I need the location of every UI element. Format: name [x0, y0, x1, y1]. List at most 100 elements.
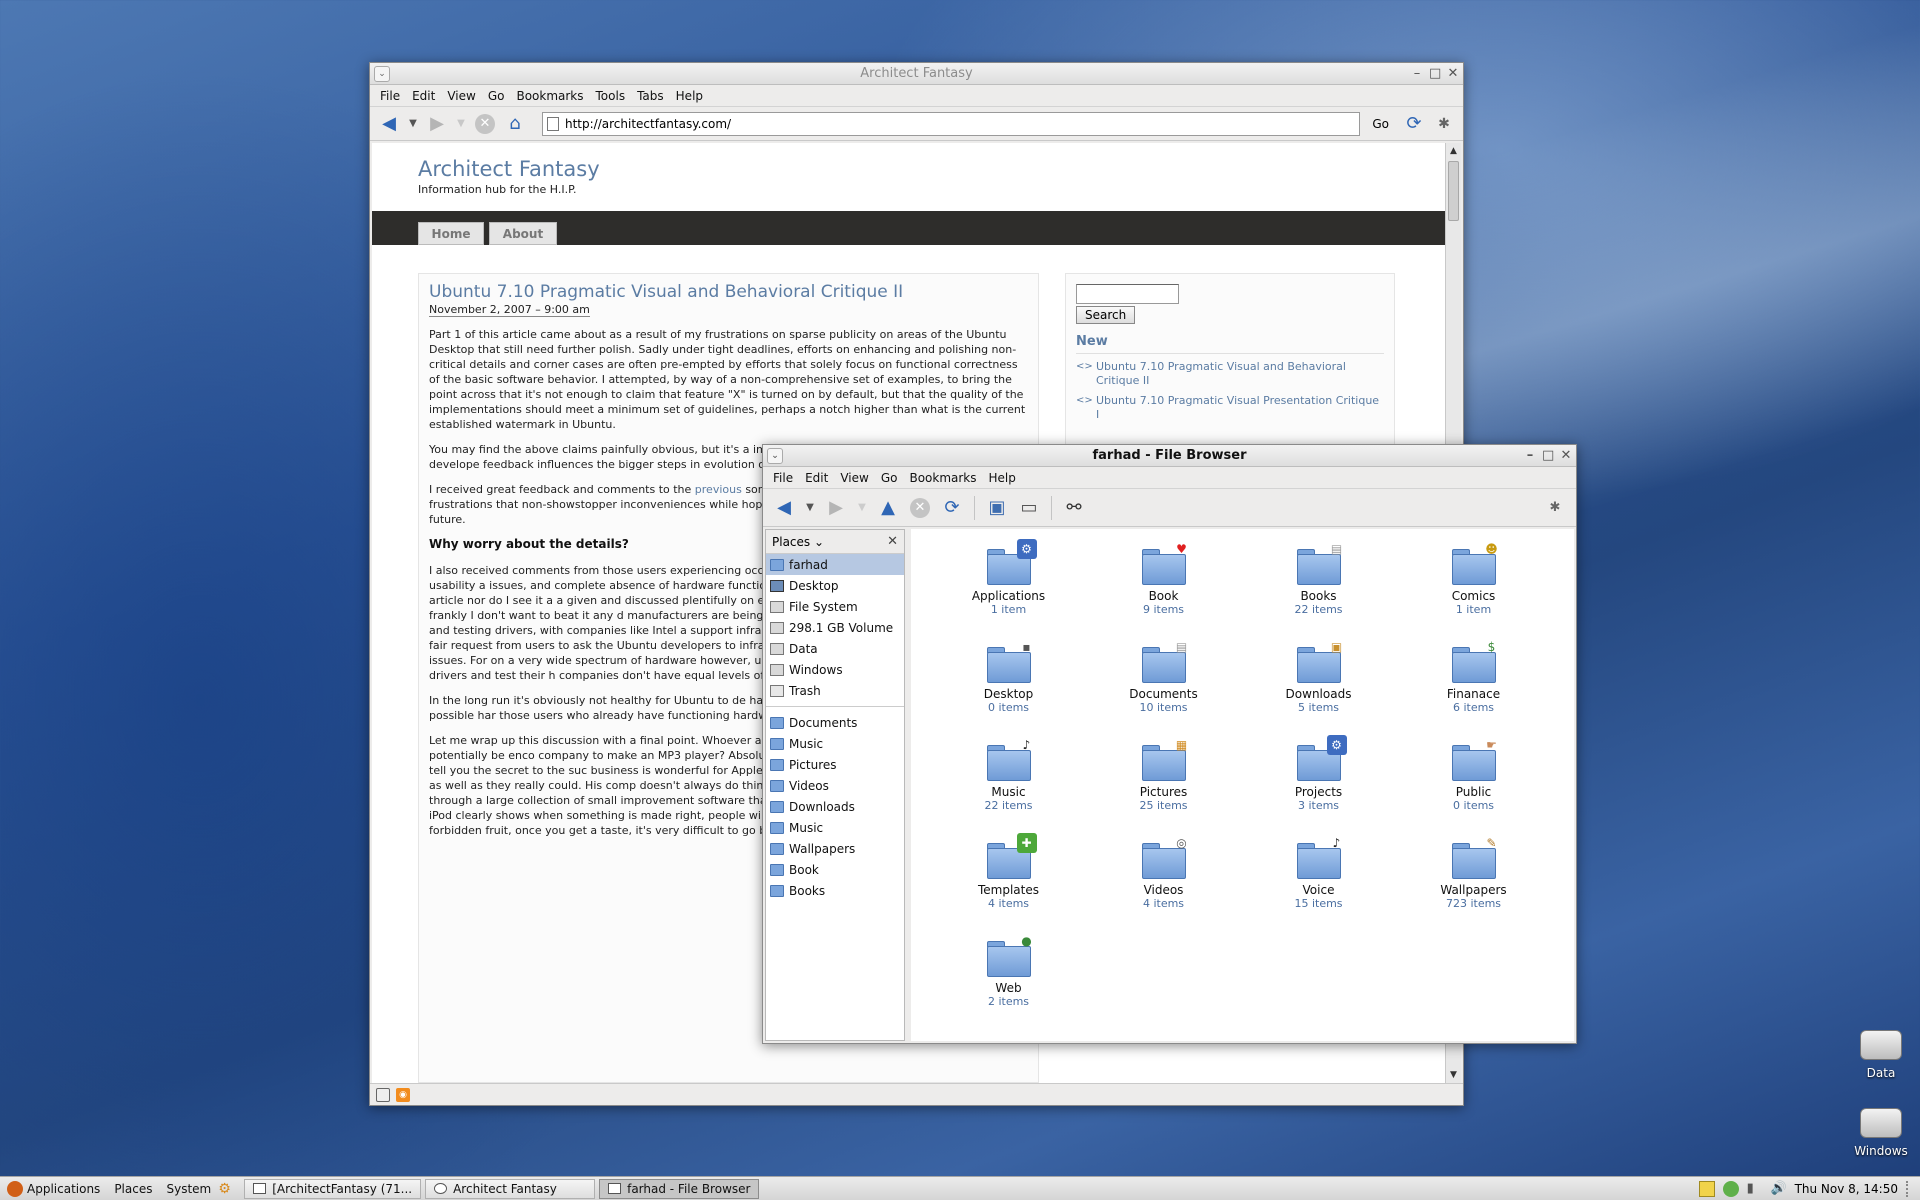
menu-view[interactable]: View [834, 471, 874, 485]
desktop-drive-data[interactable]: Data [1846, 1030, 1916, 1080]
menu-file[interactable]: File [374, 89, 406, 103]
system-menu[interactable]: System [159, 1182, 218, 1196]
maximize-icon[interactable]: □ [1429, 63, 1441, 85]
previous-link[interactable]: previous [695, 483, 742, 496]
browser-titlebar[interactable]: ⌄ Architect Fantasy – □ ✕ [370, 63, 1463, 85]
site-title[interactable]: Architect Fantasy [418, 157, 1445, 181]
folder-item[interactable]: ▤ Documents 10 items [1086, 639, 1241, 728]
bookmark-item[interactable]: Wallpapers [766, 838, 904, 859]
bookmark-item[interactable]: Books [766, 880, 904, 901]
search-binoculars-icon[interactable]: ⚯ [1061, 495, 1087, 521]
launcher-icon[interactable]: ⚙ [218, 1181, 234, 1197]
place-volume[interactable]: 298.1 GB Volume [766, 617, 904, 638]
folder-item[interactable]: ♪ Voice 15 items [1241, 835, 1396, 924]
bookmark-item[interactable]: Pictures [766, 754, 904, 775]
forward-arrow-icon[interactable]: ▶ [823, 495, 849, 521]
bookmark-item[interactable]: Downloads [766, 796, 904, 817]
folder-item[interactable]: ♥ Book 9 items [1086, 541, 1241, 630]
close-icon[interactable]: ✕ [1560, 445, 1572, 467]
bookmark-item[interactable]: Music [766, 817, 904, 838]
places-dropdown[interactable]: Places ⌄ [772, 535, 824, 549]
forward-history-dropdown-icon[interactable]: ▼ [855, 495, 869, 521]
folder-item[interactable]: ▦ Pictures 25 items [1086, 737, 1241, 826]
minimize-icon[interactable]: – [1411, 63, 1423, 85]
close-sidebar-icon[interactable]: ✕ [887, 534, 898, 549]
volume-icon[interactable]: 🔊 [1771, 1181, 1787, 1197]
menu-tools[interactable]: Tools [590, 89, 632, 103]
folder-item[interactable]: ⚙ Projects 3 items [1241, 735, 1396, 826]
menu-help[interactable]: Help [983, 471, 1022, 485]
folder-item[interactable]: ▣ Downloads 5 items [1241, 639, 1396, 728]
bookmark-item[interactable]: Music [766, 733, 904, 754]
update-icon[interactable] [1722, 1180, 1739, 1197]
search-button[interactable]: Search [1076, 306, 1136, 324]
scroll-down-icon[interactable]: ▼ [1446, 1067, 1461, 1083]
folder-item[interactable]: ● Web 2 items [931, 933, 1086, 1022]
menu-bookmarks[interactable]: Bookmarks [510, 89, 589, 103]
menu-help[interactable]: Help [670, 89, 709, 103]
back-history-dropdown-icon[interactable]: ▼ [803, 495, 817, 521]
home-folder-icon[interactable]: ▣ [984, 495, 1010, 521]
home-icon[interactable]: ⌂ [502, 112, 528, 136]
folder-item[interactable]: ⚙ Applications 1 item [931, 539, 1086, 630]
bookmark-item[interactable]: Documents [766, 712, 904, 733]
forward-history-dropdown-icon[interactable]: ▼ [454, 112, 468, 136]
nav-about[interactable]: About [489, 222, 557, 245]
folder-item[interactable]: $ Finanace 6 items [1396, 639, 1551, 728]
menu-edit[interactable]: Edit [406, 89, 441, 103]
window-menu-icon[interactable]: ⌄ [767, 448, 783, 464]
menu-go[interactable]: Go [482, 89, 511, 103]
place-trash[interactable]: Trash [766, 680, 904, 701]
rss-icon[interactable]: ◉ [396, 1087, 410, 1102]
computer-icon[interactable]: ▭ [1016, 495, 1042, 521]
post-title[interactable]: Ubuntu 7.10 Pragmatic Visual and Behavio… [429, 282, 1028, 302]
place-farhad[interactable]: farhad [766, 554, 904, 575]
back-history-dropdown-icon[interactable]: ▼ [406, 112, 420, 136]
desktop-drive-windows[interactable]: Windows [1846, 1108, 1916, 1158]
applications-menu[interactable]: Applications [0, 1180, 107, 1197]
folder-item[interactable]: ✚ Templates 4 items [931, 833, 1086, 924]
menu-go[interactable]: Go [875, 471, 904, 485]
folder-item[interactable]: ▤ Books 22 items [1241, 541, 1396, 630]
back-arrow-icon[interactable]: ◀ [376, 112, 402, 136]
maximize-icon[interactable]: □ [1542, 445, 1554, 467]
forward-arrow-icon[interactable]: ▶ [424, 112, 450, 136]
back-arrow-icon[interactable]: ◀ [771, 495, 797, 521]
menu-file[interactable]: File [767, 471, 799, 485]
stop-icon[interactable]: ✕ [907, 495, 933, 521]
place-data[interactable]: Data [766, 638, 904, 659]
url-input[interactable] [565, 116, 1360, 131]
window-menu-icon[interactable]: ⌄ [374, 66, 390, 82]
folder-item[interactable]: ◎ Videos 4 items [1086, 835, 1241, 924]
reload-icon[interactable]: ⟳ [939, 495, 965, 521]
folder-item[interactable]: ✎ Wallpapers 723 items [1396, 835, 1551, 924]
taskbar-button[interactable]: [ArchitectFantasy (71... [244, 1178, 422, 1199]
reload-icon[interactable]: ⟳ [1401, 112, 1427, 136]
menu-view[interactable]: View [441, 89, 481, 103]
place-windows[interactable]: Windows [766, 659, 904, 680]
nav-home[interactable]: Home [418, 222, 484, 245]
recent-post-link[interactable]: <> Ubuntu 7.10 Pragmatic Visual Presentat… [1076, 394, 1384, 422]
stop-icon[interactable]: ✕ [472, 112, 498, 136]
bookmark-item[interactable]: Videos [766, 775, 904, 796]
close-icon[interactable]: ✕ [1447, 63, 1459, 85]
lock-icon[interactable] [376, 1087, 390, 1102]
places-menu[interactable]: Places [107, 1182, 159, 1196]
up-arrow-icon[interactable]: ▲ [875, 495, 901, 521]
taskbar-button[interactable]: Architect Fantasy [425, 1178, 596, 1199]
folder-item[interactable]: ☻ Comics 1 item [1396, 541, 1551, 630]
scroll-thumb[interactable] [1448, 161, 1459, 221]
clock[interactable]: Thu Nov 8, 14:50 [1795, 1182, 1898, 1196]
menu-tabs[interactable]: Tabs [631, 89, 670, 103]
recent-post-link[interactable]: <> Ubuntu 7.10 Pragmatic Visual and Behav… [1076, 360, 1384, 388]
address-bar[interactable] [542, 111, 1361, 136]
notes-icon[interactable] [1698, 1180, 1715, 1197]
go-button[interactable]: Go [1364, 117, 1397, 131]
place-file-system[interactable]: File System [766, 596, 904, 617]
bookmark-item[interactable]: Book [766, 859, 904, 880]
minimize-icon[interactable]: – [1524, 445, 1536, 467]
recent-post-link-text[interactable]: Ubuntu 7.10 Pragmatic Visual Presentatio… [1096, 394, 1384, 422]
taskbar-button[interactable]: farhad - File Browser [599, 1178, 760, 1199]
recent-post-link-text[interactable]: Ubuntu 7.10 Pragmatic Visual and Behavio… [1096, 360, 1384, 388]
network-icon[interactable]: ▮ [1747, 1181, 1763, 1197]
